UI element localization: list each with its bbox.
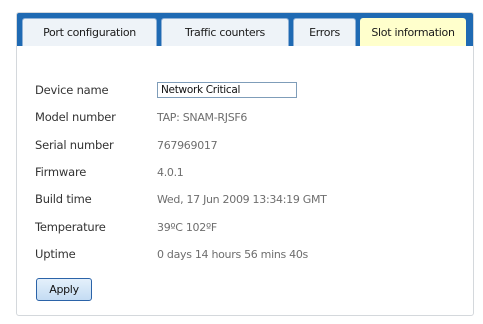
temperature-row: Temperature 39ºC 102ºF [35, 218, 217, 236]
tab-bar: Port configuration Traffic counters Erro… [17, 13, 473, 46]
tab-traffic-counters[interactable]: Traffic counters [161, 18, 289, 46]
device-name-input[interactable] [157, 82, 297, 98]
serial-number-label: Serial number [35, 138, 114, 152]
model-number-row: Model number TAP: SNAM-RJSF6 [35, 108, 247, 126]
tab-slot-information[interactable]: Slot information [360, 18, 466, 46]
build-time-row: Build time Wed, 17 Jun 2009 13:34:19 GMT [35, 190, 327, 208]
firmware-row: Firmware 4.0.1 [35, 163, 184, 181]
firmware-label: Firmware [35, 165, 87, 179]
device-name-row: Device name [35, 81, 297, 99]
model-number-label: Model number [35, 110, 116, 124]
model-number-value: TAP: SNAM-RJSF6 [157, 110, 248, 124]
uptime-label: Uptime [35, 247, 76, 261]
device-name-label: Device name [35, 83, 109, 97]
uptime-value: 0 days 14 hours 56 mins 40s [157, 247, 308, 261]
uptime-row: Uptime 0 days 14 hours 56 mins 40s [35, 245, 308, 263]
serial-number-row: Serial number 767969017 [35, 136, 218, 154]
slot-information-panel: Port configuration Traffic counters Erro… [16, 12, 474, 316]
apply-button[interactable]: Apply [36, 278, 92, 301]
temperature-label: Temperature [35, 220, 106, 234]
build-time-label: Build time [35, 192, 92, 206]
temperature-value: 39ºC 102ºF [157, 220, 217, 234]
tab-port-configuration[interactable]: Port configuration [22, 18, 157, 46]
build-time-value: Wed, 17 Jun 2009 13:34:19 GMT [157, 192, 327, 206]
serial-number-value: 767969017 [157, 138, 218, 152]
firmware-value: 4.0.1 [157, 165, 184, 179]
tab-errors[interactable]: Errors [293, 18, 356, 46]
